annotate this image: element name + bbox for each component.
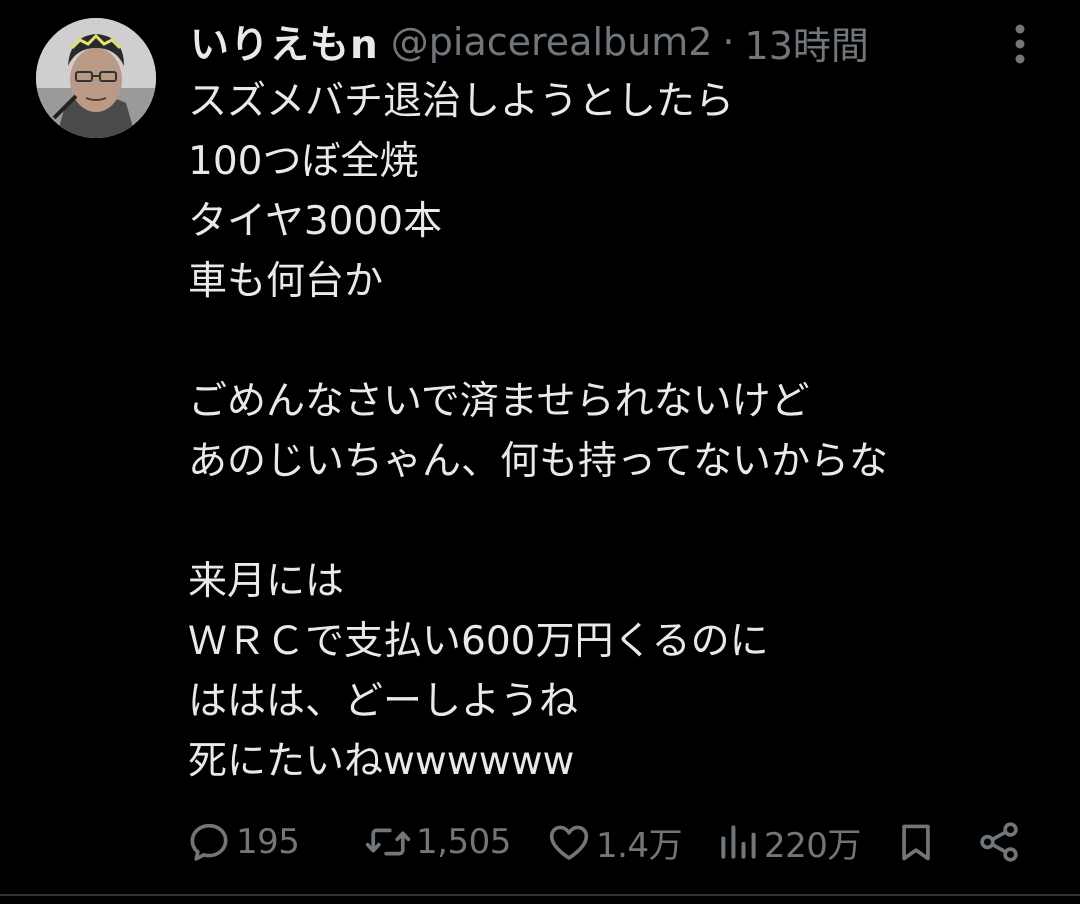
tweet-line: 死にたいねwwwwww	[188, 739, 575, 784]
tweet: いりえもn @piacerealbum2 · 13時間 スズメバチ退治しようとし…	[0, 0, 1080, 904]
tweet-line: ＷＲＣで支払い600万円くるのに	[188, 619, 769, 664]
share-button[interactable]	[976, 810, 1022, 874]
tweet-line: スズメバチ退治しようとしたら	[188, 79, 735, 124]
more-options-button[interactable]	[1000, 20, 1040, 68]
tweet-line: 来月には	[188, 559, 345, 604]
bookmark-button[interactable]	[894, 810, 938, 874]
reply-bubble-icon	[190, 823, 228, 861]
views-button[interactable]: 220万	[716, 810, 861, 874]
avatar[interactable]	[36, 18, 156, 138]
action-bar: 195 1,505 1.4万 220万	[186, 810, 1036, 874]
view-count: 220万	[764, 825, 861, 866]
display-name[interactable]: いりえもn	[190, 14, 379, 70]
views-bar-chart-icon	[721, 825, 756, 859]
bottom-divider	[0, 894, 1080, 896]
user-handle[interactable]: @piacerealbum2	[391, 20, 713, 64]
retweet-icon	[365, 828, 411, 856]
tweet-line: ははは、どーしようね	[188, 679, 579, 724]
tweet-text: スズメバチ退治しようとしたら 100つぼ全焼 タイヤ3000本 車も何台か ごめ…	[188, 72, 1068, 792]
tweet-line: 100つぼ全焼	[188, 139, 419, 184]
tweet-line: あのじいちゃん、何も持ってないからな	[188, 439, 889, 484]
tweet-header: いりえもn @piacerealbum2 · 13時間	[190, 14, 869, 70]
bookmark-icon	[902, 824, 930, 861]
reply-count: 195	[236, 822, 300, 862]
retweet-button[interactable]: 1,505	[364, 810, 511, 874]
like-button[interactable]: 1.4万	[546, 810, 683, 874]
timestamp[interactable]: 13時間	[745, 15, 869, 70]
heart-icon	[549, 825, 589, 860]
like-count: 1.4万	[596, 825, 683, 866]
tweet-line: タイヤ3000本	[188, 199, 443, 244]
reply-button[interactable]: 195	[186, 810, 300, 874]
avatar-image	[36, 18, 156, 138]
tweet-line: 車も何台か	[188, 259, 384, 304]
separator-dot: ·	[722, 20, 735, 64]
retweet-count: 1,505	[416, 822, 511, 862]
share-icon	[980, 822, 1018, 862]
more-vertical-icon	[1015, 24, 1025, 64]
tweet-line: ごめんなさいで済ませられないけど	[188, 379, 810, 424]
